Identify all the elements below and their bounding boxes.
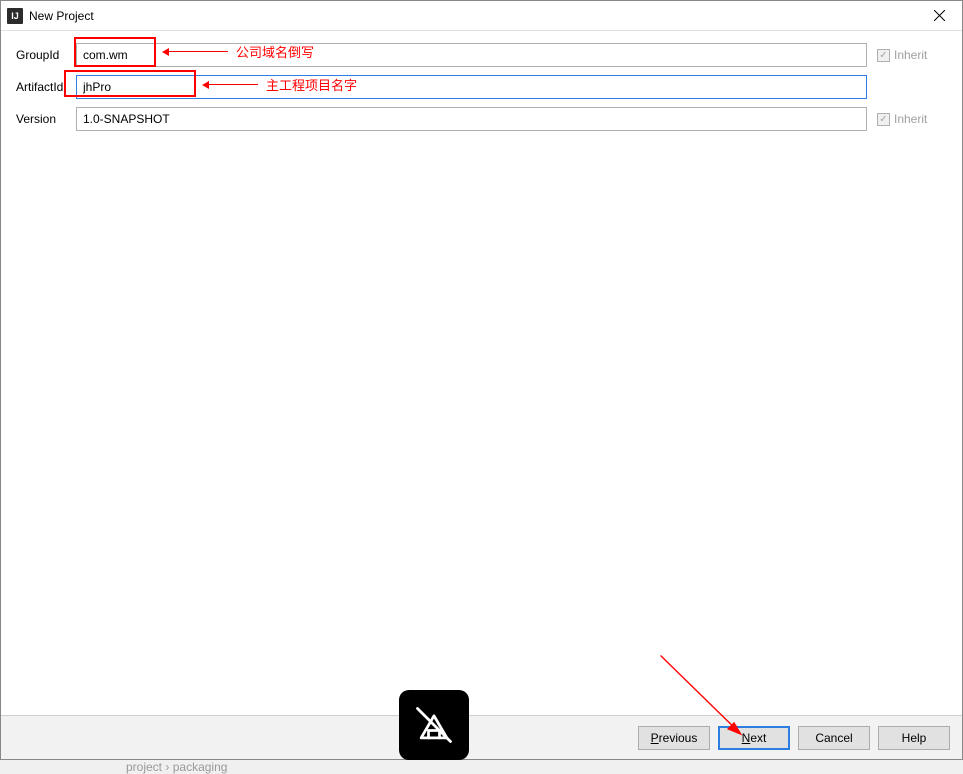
close-button[interactable] bbox=[917, 1, 962, 31]
annotation-artifact-id: 主工程项目名字 bbox=[208, 75, 357, 94]
artifact-id-input[interactable] bbox=[76, 75, 867, 99]
inherit-checkbox-icon: ✓ bbox=[877, 113, 890, 126]
new-project-dialog: IJ New Project GroupId ✓ Inherit Artifac… bbox=[0, 0, 963, 760]
group-id-inherit: ✓ Inherit bbox=[877, 48, 947, 62]
button-bar: Previous Next Cancel Help bbox=[1, 715, 962, 759]
version-inherit: ✓ Inherit bbox=[877, 112, 947, 126]
inherit-checkbox-icon: ✓ bbox=[877, 49, 890, 62]
breadcrumb-item: project bbox=[126, 760, 162, 774]
inherit-label: Inherit bbox=[894, 112, 927, 126]
close-icon bbox=[934, 10, 945, 21]
window-title: New Project bbox=[29, 9, 917, 23]
annotation-group-id: 公司域名倒写 bbox=[168, 42, 314, 61]
artifact-id-label: ArtifactId bbox=[16, 80, 76, 94]
dialog-content: GroupId ✓ Inherit ArtifactId ✓ Inherit V… bbox=[1, 31, 962, 715]
artifact-id-row: ArtifactId ✓ Inherit bbox=[16, 75, 947, 99]
version-label: Version bbox=[16, 112, 76, 126]
version-input[interactable] bbox=[76, 107, 867, 131]
help-button[interactable]: Help bbox=[878, 726, 950, 750]
annotation-text: 主工程项目名字 bbox=[266, 75, 357, 94]
group-id-label: GroupId bbox=[16, 48, 76, 62]
annotation-text: 公司域名倒写 bbox=[236, 42, 314, 61]
next-button[interactable]: Next bbox=[718, 726, 790, 750]
breadcrumb-item: packaging bbox=[173, 760, 228, 774]
cancel-button[interactable]: Cancel bbox=[798, 726, 870, 750]
overlay-badge-icon bbox=[399, 690, 469, 760]
group-id-row: GroupId ✓ Inherit bbox=[16, 43, 947, 67]
titlebar: IJ New Project bbox=[1, 1, 962, 31]
breadcrumb: project › packaging bbox=[126, 760, 227, 774]
arrow-icon bbox=[208, 84, 258, 85]
previous-button[interactable]: Previous bbox=[638, 726, 710, 750]
app-icon: IJ bbox=[7, 8, 23, 24]
arrow-icon bbox=[168, 51, 228, 52]
version-row: Version ✓ Inherit bbox=[16, 107, 947, 131]
inherit-label: Inherit bbox=[894, 48, 927, 62]
chevron-right-icon: › bbox=[165, 760, 172, 774]
